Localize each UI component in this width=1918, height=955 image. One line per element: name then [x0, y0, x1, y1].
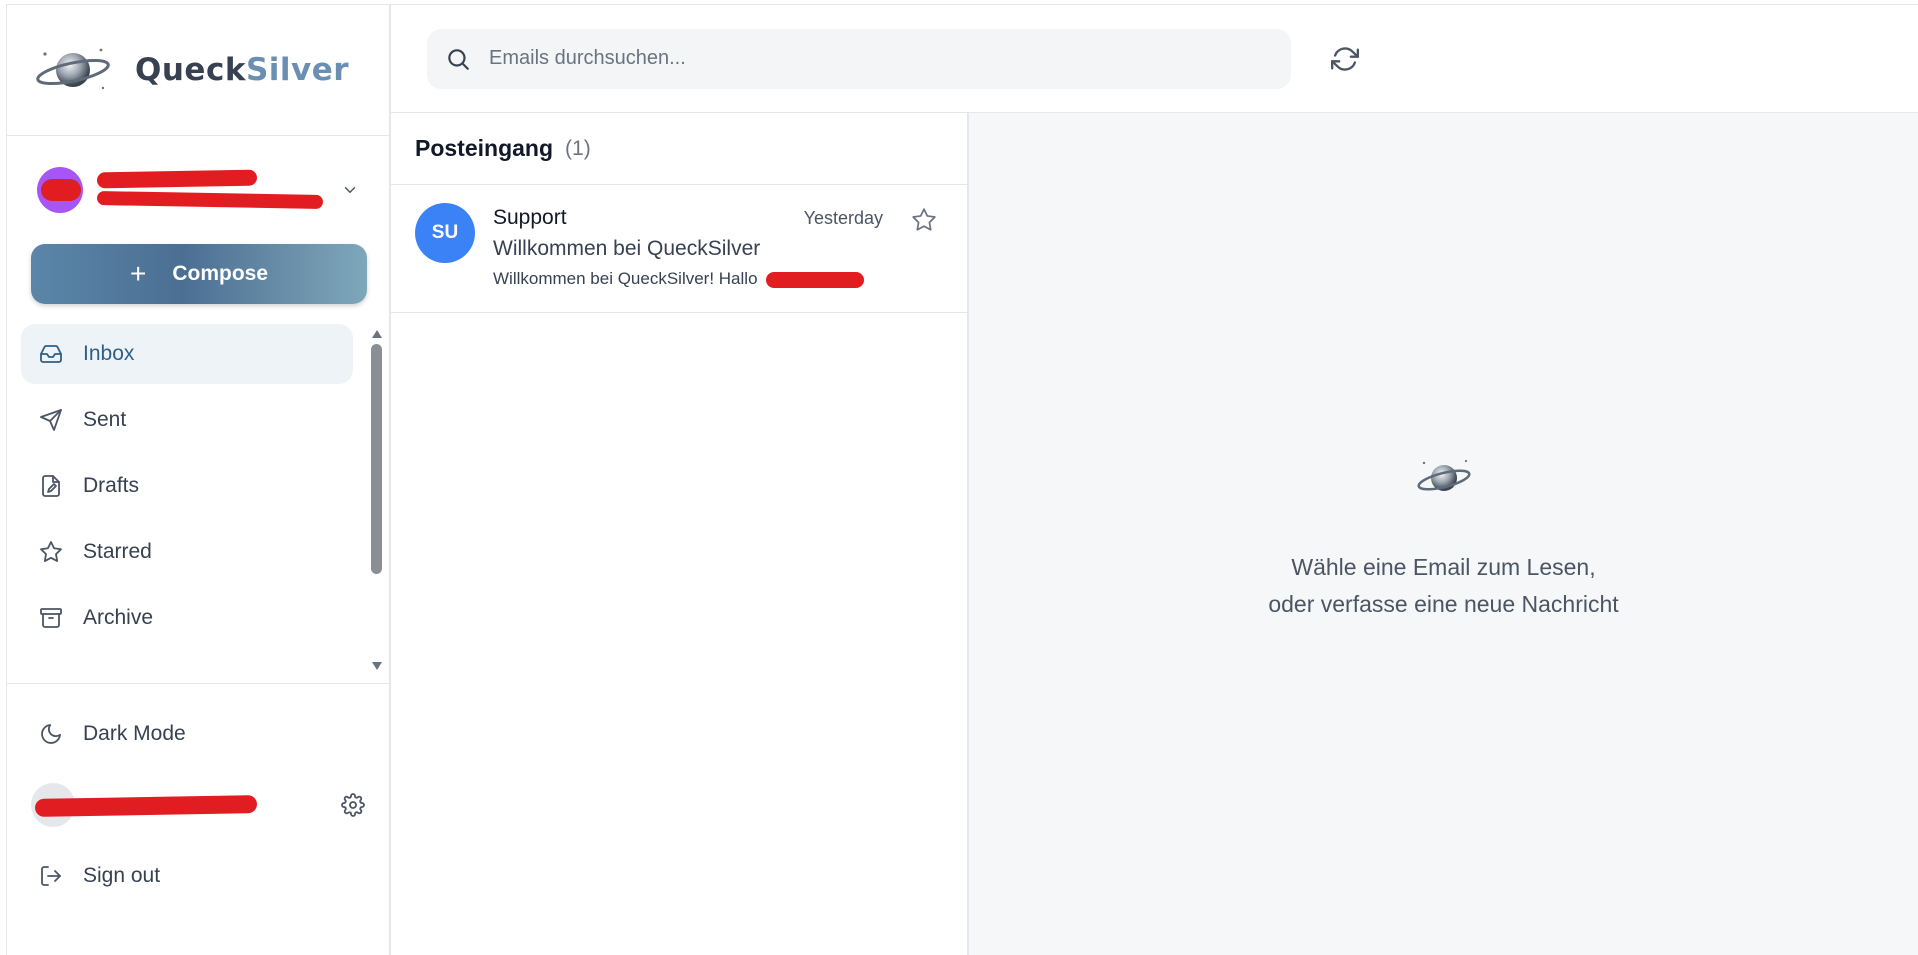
top-bar: [391, 5, 1918, 113]
brand-name: QueckSilver: [135, 52, 350, 88]
scroll-thumb[interactable]: [371, 344, 382, 574]
sidebar-item-starred[interactable]: Starred: [21, 522, 353, 582]
email-list-item[interactable]: SU Support Yesterday Willkommen bei Quec…: [391, 185, 967, 313]
content-area: Posteingang (1) SU Support Yesterday Wil…: [391, 113, 1918, 955]
list-header: Posteingang (1): [391, 113, 967, 185]
email-list-pane: Posteingang (1) SU Support Yesterday Wil…: [391, 113, 969, 955]
account-details: [96, 167, 341, 213]
compose-label: Compose: [172, 262, 269, 285]
star-icon[interactable]: [911, 207, 937, 233]
empty-state-message: Wähle eine Email zum Lesen, oder verfass…: [1268, 549, 1618, 623]
email-sender: Support: [493, 206, 567, 229]
scroll-down-arrow[interactable]: [372, 662, 382, 670]
email-preview-text: Willkommen bei QueckSilver! Hallo: [493, 269, 758, 288]
empty-state-line: oder verfasse eine neue Nachricht: [1268, 591, 1619, 617]
sidebar-item-inbox[interactable]: Inbox: [21, 324, 353, 384]
logout-icon: [41, 866, 61, 886]
main-area: Posteingang (1) SU Support Yesterday Wil…: [391, 5, 1918, 955]
nav-scroll-area: Inbox Sent Drafts Starred Archive: [7, 324, 389, 684]
dark-mode-toggle[interactable]: Dark Mode: [21, 704, 375, 764]
sidebar-footer: Dark Mode Sign out: [7, 684, 389, 906]
search-box[interactable]: [427, 28, 1291, 89]
sidebar: QueckSilver + Compose Inbox Sent Drafts …: [7, 5, 391, 955]
account-switcher[interactable]: [7, 136, 389, 244]
scroll-up-arrow[interactable]: [372, 330, 382, 338]
empty-state-line: Wähle eine Email zum Lesen,: [1291, 554, 1596, 580]
drafts-icon: [42, 475, 60, 497]
sidebar-item-label: Sent: [83, 408, 127, 431]
dark-mode-label: Dark Mode: [83, 722, 186, 745]
redaction: [96, 191, 324, 209]
send-icon: [40, 409, 62, 431]
sidebar-item-label: Inbox: [83, 342, 135, 365]
account-avatar: [37, 167, 83, 213]
sidebar-item-label: Starred: [83, 540, 152, 563]
redaction: [96, 169, 258, 189]
gear-icon[interactable]: [341, 793, 365, 817]
sidebar-item-sent[interactable]: Sent: [21, 390, 353, 450]
star-icon: [40, 541, 62, 562]
planet-icon: [36, 48, 110, 90]
email-summary: Support Yesterday Willkommen bei QueckSi…: [493, 203, 883, 312]
email-preview: Willkommen bei QueckSilver! Hallo: [493, 269, 883, 289]
sender-avatar: SU: [415, 203, 475, 263]
plus-icon: +: [129, 258, 147, 289]
sign-out-label: Sign out: [83, 864, 161, 887]
app-window: QueckSilver + Compose Inbox Sent Drafts …: [6, 4, 1918, 955]
user-name: [34, 783, 341, 827]
sidebar-scrollbar[interactable]: [371, 330, 383, 670]
chevron-down-icon[interactable]: [341, 181, 359, 199]
logo[interactable]: QueckSilver: [7, 5, 389, 136]
email-subject: Willkommen bei QueckSilver: [493, 237, 761, 260]
search-input[interactable]: [489, 47, 1269, 70]
nav-list: Inbox Sent Drafts Starred Archive: [7, 324, 367, 648]
compose-button[interactable]: + Compose: [31, 244, 367, 304]
search-icon: [448, 48, 469, 70]
folder-title: Posteingang: [415, 135, 554, 161]
archive-icon: [40, 608, 62, 628]
refresh-icon[interactable]: [1331, 45, 1359, 73]
sidebar-item-label: Drafts: [83, 474, 140, 497]
redaction: [34, 795, 258, 817]
user-profile[interactable]: [7, 764, 389, 846]
reading-pane: Wähle eine Email zum Lesen, oder verfass…: [969, 113, 1918, 955]
redaction: [766, 271, 865, 288]
sign-out-button[interactable]: Sign out: [21, 846, 375, 906]
moon-icon: [41, 724, 61, 744]
sidebar-item-label: Archive: [83, 606, 154, 629]
inbox-icon: [40, 345, 62, 363]
sidebar-item-drafts[interactable]: Drafts: [21, 456, 353, 516]
email-time: Yesterday: [803, 207, 883, 228]
folder-count: (1): [565, 136, 591, 160]
planet-icon: [1416, 459, 1471, 491]
sidebar-item-archive[interactable]: Archive: [21, 588, 353, 648]
